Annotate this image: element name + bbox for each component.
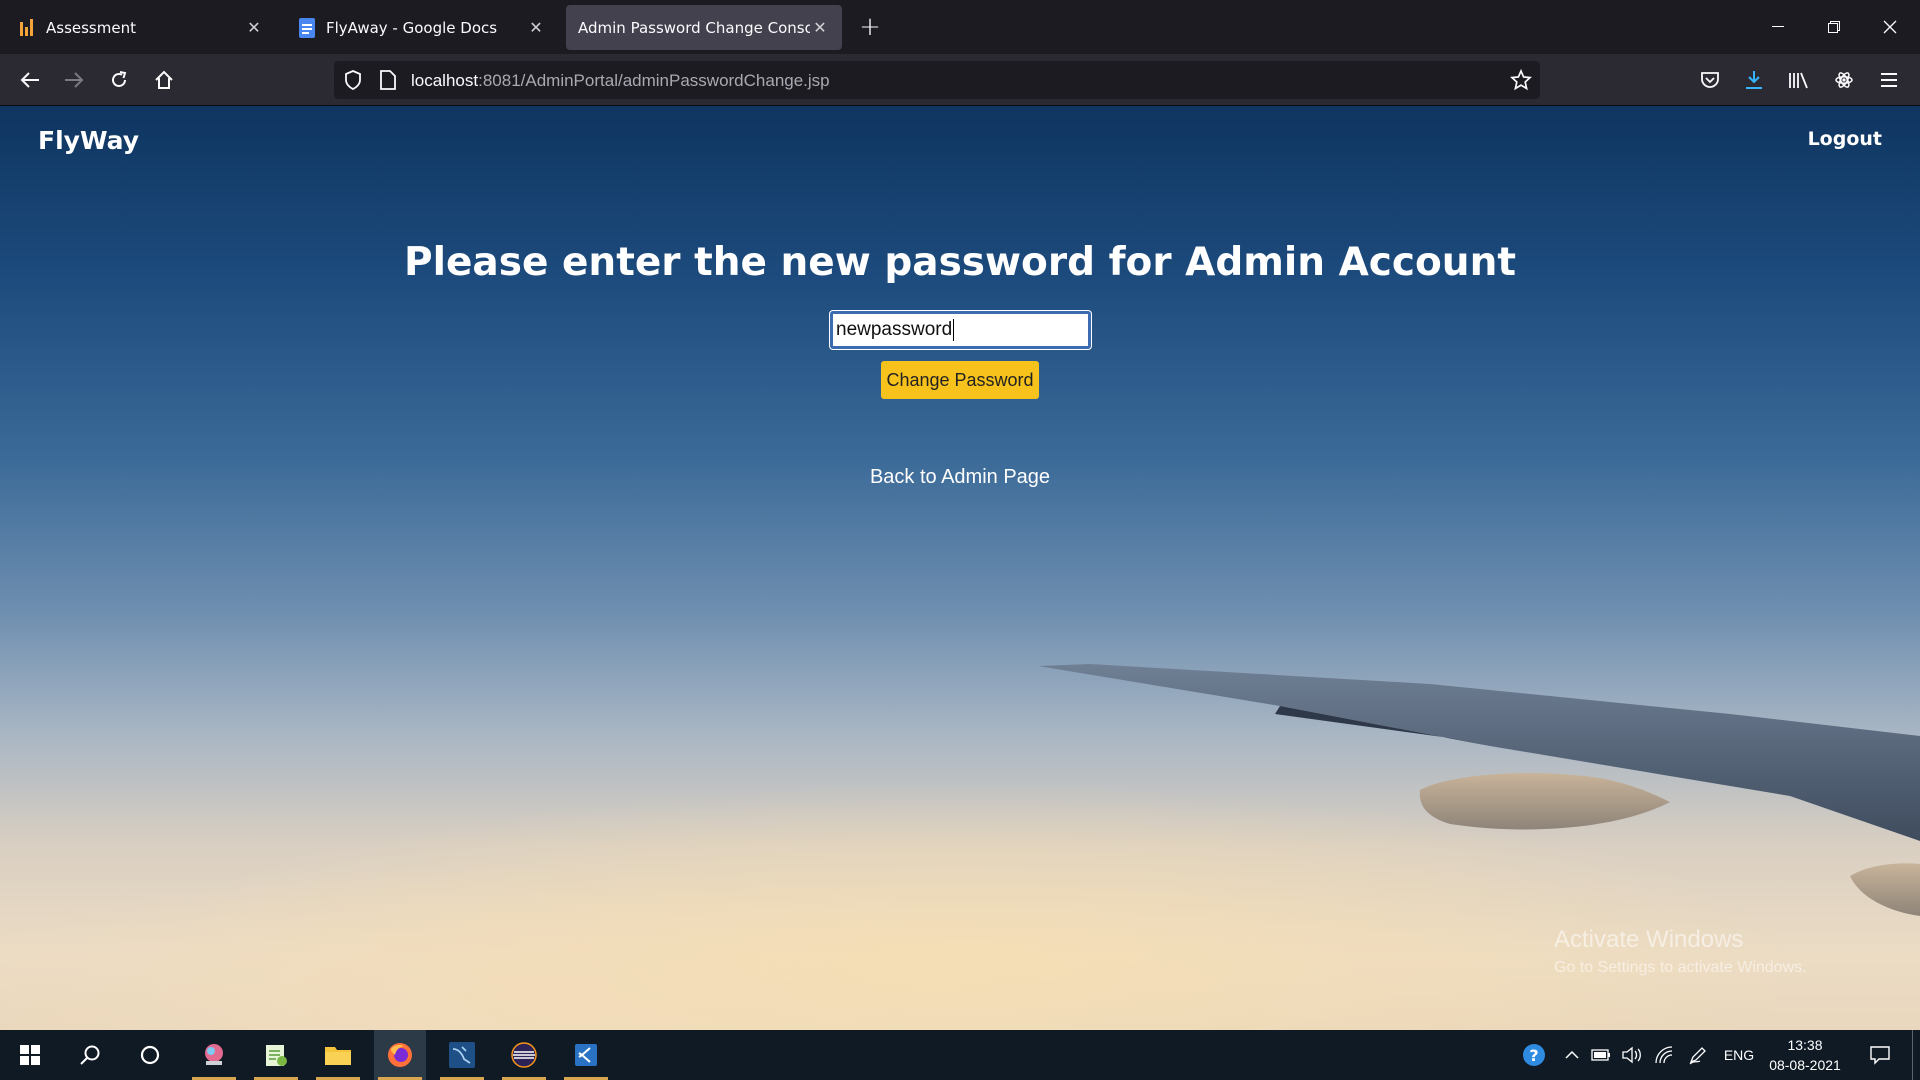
wifi-icon[interactable] bbox=[1650, 1030, 1678, 1080]
bars-icon bbox=[18, 18, 36, 37]
eclipse-icon[interactable] bbox=[498, 1030, 550, 1080]
minimize-button[interactable] bbox=[1750, 0, 1806, 54]
file-explorer-icon[interactable] bbox=[312, 1030, 364, 1080]
tab-flyaway-docs[interactable]: FlyAway - Google Docs ✕ bbox=[286, 5, 558, 50]
search-icon[interactable] bbox=[64, 1030, 116, 1080]
clock-date: 08-08-2021 bbox=[1769, 1057, 1841, 1073]
change-password-button[interactable]: Change Password bbox=[881, 361, 1039, 399]
windows-start-icon[interactable] bbox=[4, 1030, 56, 1080]
notepad-plus-icon[interactable] bbox=[250, 1030, 302, 1080]
extension-atom-icon[interactable] bbox=[1827, 63, 1861, 97]
logout-link[interactable]: Logout bbox=[1808, 128, 1882, 150]
close-tab-icon[interactable]: ✕ bbox=[244, 18, 264, 38]
downloads-icon[interactable] bbox=[1737, 63, 1771, 97]
menu-icon[interactable] bbox=[1872, 63, 1906, 97]
new-tab-button[interactable]: + bbox=[855, 12, 885, 42]
help-icon[interactable]: ? bbox=[1518, 1030, 1550, 1080]
address-bar[interactable]: localhost:8081/AdminPortal/adminPassword… bbox=[334, 61, 1540, 99]
shield-icon[interactable] bbox=[344, 70, 362, 94]
back-to-admin-link-text[interactable]: Back to Admin Page bbox=[870, 466, 1050, 488]
clock-time: 13:38 bbox=[1787, 1037, 1823, 1053]
activate-windows-subtitle: Go to Settings to activate Windows. bbox=[1554, 959, 1807, 976]
tab-title: Admin Password Change Console bbox=[578, 18, 810, 37]
url-text: localhost:8081/AdminPortal/adminPassword… bbox=[411, 71, 830, 91]
page-heading: Please enter the new password for Admin … bbox=[404, 240, 1516, 285]
snipping-tool-icon[interactable] bbox=[188, 1030, 240, 1080]
restore-button[interactable] bbox=[1806, 0, 1862, 54]
close-tab-icon[interactable]: ✕ bbox=[526, 18, 546, 38]
volume-icon[interactable] bbox=[1618, 1030, 1646, 1080]
text-cursor bbox=[953, 319, 955, 341]
new-password-input[interactable]: newpassword bbox=[830, 311, 1091, 349]
url-path: :8081/AdminPortal/adminPasswordChange.js… bbox=[478, 71, 830, 90]
page-content: FlyWay Logout Please enter the new passw… bbox=[0, 106, 1920, 1030]
language-indicator[interactable]: ENG bbox=[1718, 1030, 1760, 1080]
system-clock[interactable]: 13:38 08-08-2021 bbox=[1765, 1035, 1845, 1075]
bookmark-star-icon[interactable] bbox=[1510, 68, 1532, 95]
back-icon[interactable] bbox=[13, 63, 47, 97]
notifications-icon[interactable] bbox=[1860, 1030, 1900, 1080]
battery-icon[interactable] bbox=[1588, 1030, 1614, 1080]
activate-windows-title: Activate Windows bbox=[1554, 926, 1744, 953]
back-to-admin-link: Back to Admin Page bbox=[0, 466, 1920, 489]
tab-title: Assessment bbox=[46, 18, 136, 37]
close-tab-icon[interactable]: ✕ bbox=[810, 18, 830, 38]
password-value: newpassword bbox=[836, 319, 953, 340]
windows-taskbar: ? ENG 13:38 08-08-2021 bbox=[0, 1030, 1920, 1080]
url-host: localhost bbox=[411, 71, 479, 90]
tab-title: FlyAway - Google Docs bbox=[326, 18, 498, 37]
brand-logo[interactable]: FlyWay bbox=[38, 126, 139, 155]
home-icon[interactable] bbox=[147, 63, 181, 97]
navigation-toolbar: localhost:8081/AdminPortal/adminPassword… bbox=[0, 54, 1920, 106]
library-icon[interactable] bbox=[1782, 63, 1816, 97]
pen-icon[interactable] bbox=[1684, 1030, 1712, 1080]
tab-strip: Assessment ✕ FlyAway - Google Docs ✕ Adm… bbox=[0, 0, 1920, 54]
close-window-button[interactable] bbox=[1862, 0, 1918, 54]
tab-assessment[interactable]: Assessment ✕ bbox=[6, 5, 276, 50]
firefox-icon[interactable] bbox=[374, 1030, 426, 1080]
pocket-icon[interactable] bbox=[1693, 63, 1727, 97]
show-desktop-divider[interactable] bbox=[1912, 1030, 1913, 1080]
mysql-workbench-icon[interactable] bbox=[436, 1030, 488, 1080]
google-docs-icon bbox=[298, 17, 316, 38]
vscode-icon[interactable] bbox=[560, 1030, 612, 1080]
page-icon[interactable] bbox=[380, 70, 396, 94]
airplane-wing-image bbox=[1038, 664, 1920, 916]
tab-admin-password-change[interactable]: Admin Password Change Console ✕ bbox=[566, 5, 842, 50]
cortana-icon[interactable] bbox=[124, 1030, 176, 1080]
forward-icon[interactable] bbox=[57, 63, 91, 97]
chevron-up-icon[interactable] bbox=[1560, 1030, 1584, 1080]
svg-text:?: ? bbox=[1529, 1046, 1538, 1065]
reload-icon[interactable] bbox=[102, 63, 136, 97]
